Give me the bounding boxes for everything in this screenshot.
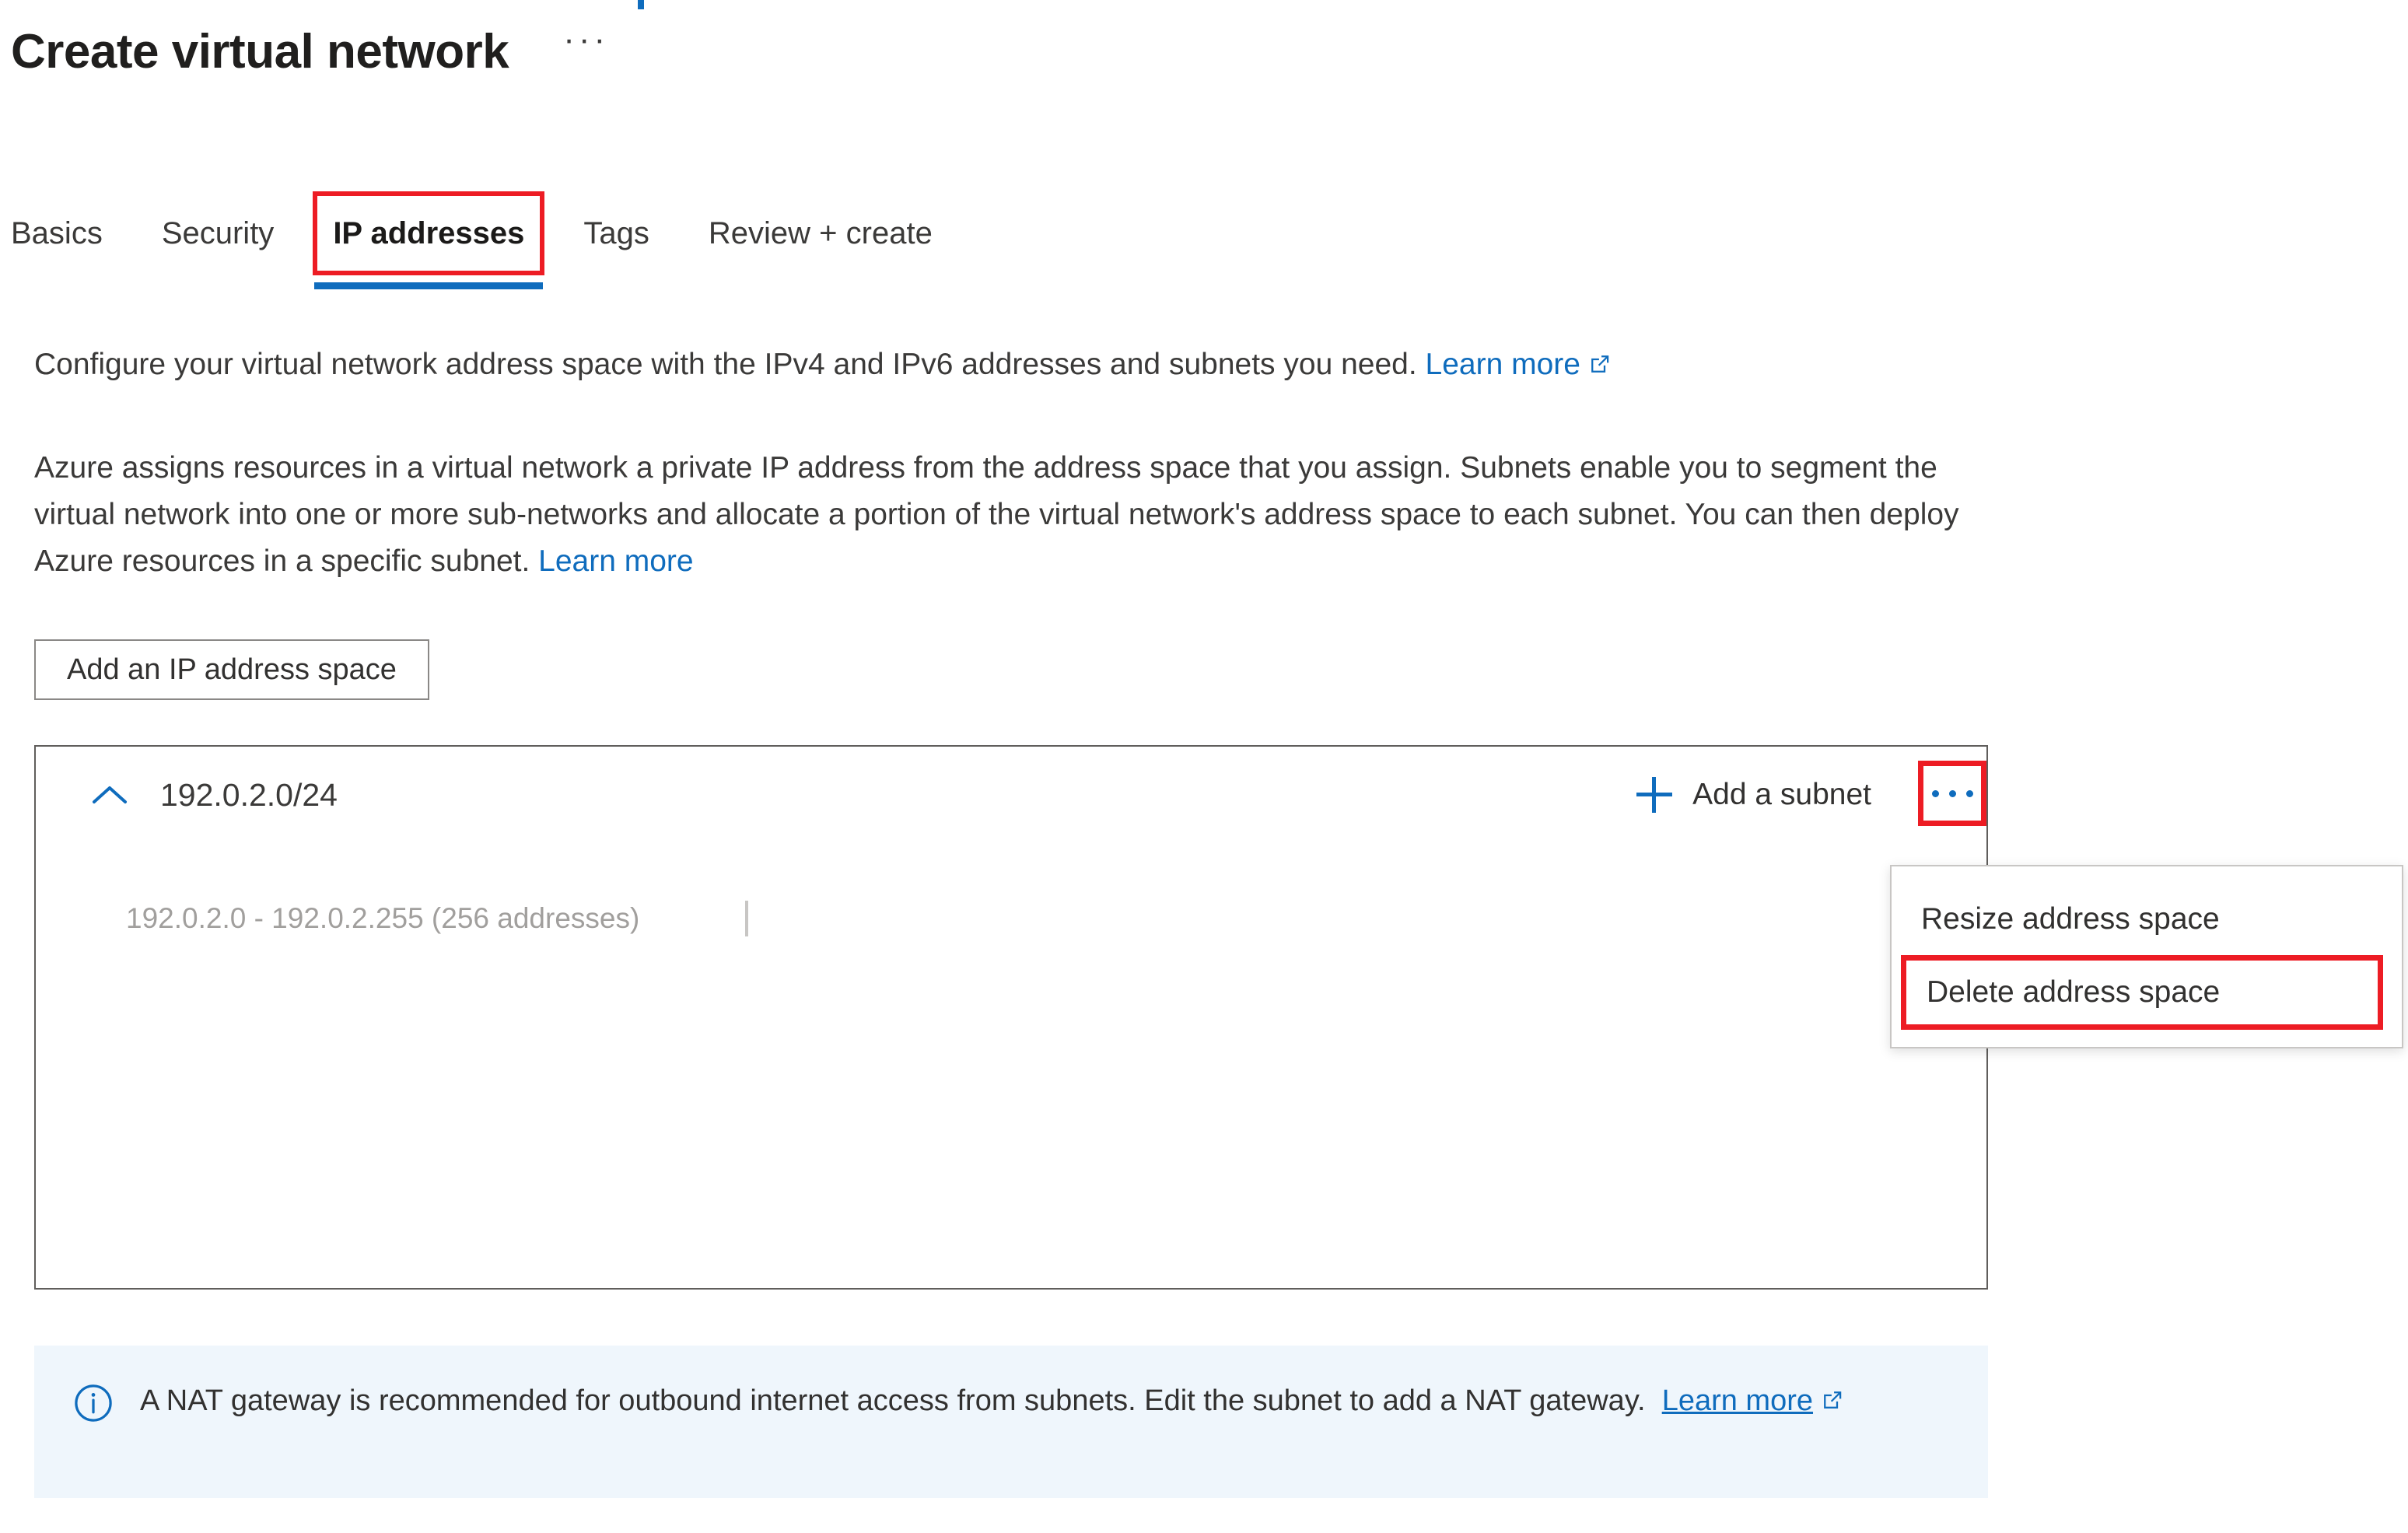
ellipsis-icon [1931, 789, 1973, 797]
create-virtual-network-page: Create virtual network ··· Basics Securi… [0, 0, 2408, 1533]
external-link-icon [1821, 1388, 1844, 1412]
tab-basics[interactable]: Basics [11, 212, 132, 255]
tab-ip-addresses[interactable]: IP addresses [303, 191, 554, 289]
address-space-card: 192.0.2.0/24 Add a subnet Subnets IP add… [34, 745, 1988, 1290]
info-icon [73, 1383, 114, 1423]
plus-icon [1636, 777, 1673, 813]
tab-label: IP addresses [333, 216, 525, 250]
menu-item-resize-address-space[interactable]: Resize address space [1892, 884, 2402, 955]
external-link-icon [1588, 352, 1612, 376]
description-text: Configure your virtual network address s… [34, 348, 1417, 381]
address-space-more-button[interactable] [1918, 761, 1986, 826]
tab-label: Tags [583, 216, 649, 250]
tab-review-create[interactable]: Review + create [679, 212, 962, 255]
tab-label: Basics [11, 216, 103, 250]
nat-gateway-info-banner: A NAT gateway is recommended for outboun… [34, 1346, 1988, 1498]
description-paragraph: Azure assigns resources in a virtual net… [34, 445, 2025, 585]
add-a-subnet-button[interactable]: Add a subnet [1636, 768, 1871, 821]
description-text: Azure assigns resources in a virtual net… [34, 451, 1959, 579]
tab-selected-underline [314, 282, 544, 289]
address-space-context-menu: Resize address space Delete address spac… [1890, 865, 2403, 1048]
tab-security[interactable]: Security [132, 212, 304, 255]
learn-more-link-2[interactable]: Learn more [538, 544, 693, 578]
description-line-1: Configure your virtual network address s… [34, 342, 1612, 388]
add-a-subnet-label: Add a subnet [1692, 778, 1871, 811]
address-space-header: 192.0.2.0/24 Add a subnet [36, 747, 1986, 848]
wizard-tabs: Basics Security IP addresses Tags Review… [11, 191, 962, 289]
tab-tags[interactable]: Tags [554, 212, 679, 255]
address-space-range-text: 192.0.2.0 - 192.0.2.255 (256 addresses) [126, 902, 640, 934]
info-banner-text-wrap: A NAT gateway is recommended for outboun… [140, 1380, 1844, 1423]
learn-more-link-1[interactable]: Learn more [1426, 348, 1580, 381]
chevron-up-icon[interactable] [89, 775, 131, 817]
page-title-more-icon[interactable]: ··· [563, 23, 609, 57]
info-banner-text: A NAT gateway is recommended for outboun… [140, 1384, 1646, 1417]
menu-item-delete-address-space[interactable]: Delete address space [1901, 955, 2383, 1030]
clipped-top-fragment [638, 0, 644, 9]
address-space-cidr: 192.0.2.0/24 [160, 777, 338, 813]
info-banner-learn-more-link[interactable]: Learn more [1662, 1384, 1813, 1417]
page-header: Create virtual network ··· [11, 23, 609, 79]
tab-label: Security [161, 216, 275, 250]
text-cursor [745, 901, 748, 936]
add-ip-address-space-button[interactable]: Add an IP address space [34, 639, 429, 700]
tab-label: Review + create [708, 216, 933, 250]
page-title: Create virtual network [11, 25, 509, 79]
